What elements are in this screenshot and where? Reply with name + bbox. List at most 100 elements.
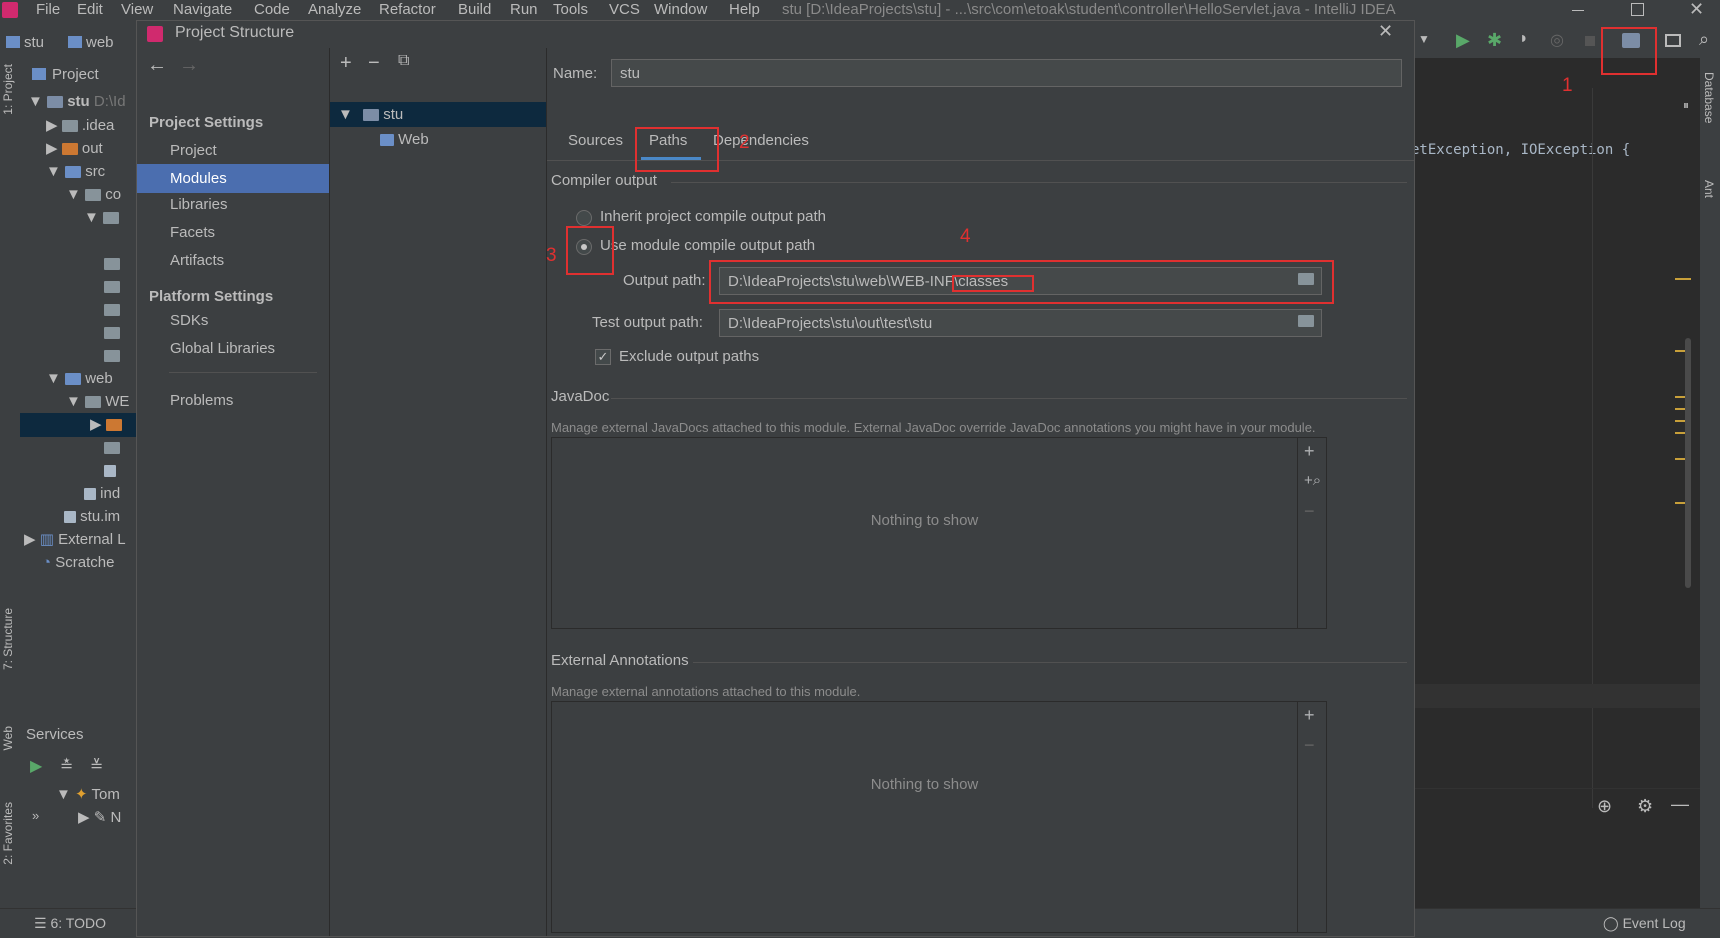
project-structure-dialog: Project Structure ✕ ← → Project Settings… [136, 20, 1415, 937]
pause-icon[interactable]: ⏸ [1683, 98, 1689, 113]
sidebar-item-sdks[interactable]: SDKs [137, 306, 329, 335]
menu-help[interactable]: Help [729, 1, 760, 18]
search-icon[interactable]: ⌕ [1699, 29, 1709, 50]
tree-row-idea[interactable]: ▶ .idea [46, 114, 114, 138]
target-icon[interactable]: ⊕ [1597, 796, 1612, 817]
web-tool-tab[interactable]: Web [1, 726, 15, 750]
sidebar-item-facets[interactable]: Facets [137, 218, 329, 247]
tab-sources[interactable]: Sources [568, 132, 623, 149]
tree-label: stu [67, 93, 90, 110]
services-run-icon[interactable]: ▶ [30, 756, 42, 776]
window-close-icon[interactable]: ✕ [1689, 0, 1704, 20]
tree-row-package[interactable] [104, 321, 120, 345]
run-icon[interactable]: ▶ [1456, 30, 1470, 51]
structure-tool-tab[interactable]: 7: Structure [1, 608, 15, 670]
menu-view[interactable]: View [121, 1, 153, 18]
tree-row-folder[interactable] [104, 436, 120, 460]
tree-row-file[interactable] [104, 459, 116, 483]
browse-folder-icon[interactable] [1298, 315, 1314, 327]
tree-row-package[interactable]: ▼ [84, 206, 120, 230]
breadcrumb-stu[interactable]: stu [6, 34, 44, 51]
tree-row-stu[interactable]: ▼ stu D:\Id [28, 90, 126, 114]
add-module-icon[interactable]: + [340, 52, 352, 75]
inherit-radio[interactable] [576, 210, 592, 226]
tree-row-out[interactable]: ▶ out [46, 137, 103, 161]
services-row-tomcat[interactable]: ▼ ✦ Tom [56, 783, 120, 807]
menu-code[interactable]: Code [254, 1, 290, 18]
tree-row-iml[interactable]: stu.im [64, 505, 120, 529]
inherit-radio-label: Inherit project compile output path [600, 208, 826, 225]
menu-tools[interactable]: Tools [553, 1, 588, 18]
source-folder-icon [65, 166, 82, 179]
services-row-deployment[interactable]: ▶ ✎ N [78, 806, 121, 830]
module-tree-row-stu[interactable]: ▼ stu [330, 102, 546, 127]
expand-all-icon[interactable]: ≛ [60, 756, 73, 776]
tree-label: web [85, 370, 113, 387]
javadoc-list[interactable]: Nothing to show [551, 437, 1298, 629]
tree-row-package[interactable] [104, 252, 120, 276]
test-output-path-field[interactable]: D:\IdeaProjects\stu\out\test\stu [719, 309, 1322, 337]
add-icon[interactable]: + [1304, 442, 1315, 460]
tree-row-web[interactable]: ▼ web [46, 367, 113, 391]
menu-vcs[interactable]: VCS [609, 1, 640, 18]
external-annotations-hint: Manage external annotations attached to … [551, 684, 861, 699]
sidebar-item-problems[interactable]: Problems [137, 386, 329, 415]
debug-icon[interactable]: ✱ [1487, 30, 1502, 51]
remove-module-icon[interactable]: − [368, 52, 380, 75]
ant-tool-tab[interactable]: Ant [1702, 180, 1716, 198]
menu-refactor[interactable]: Refactor [379, 1, 436, 18]
tree-row-selected[interactable]: ▶ [20, 413, 136, 437]
database-tool-tab[interactable]: Database [1702, 72, 1716, 123]
todo-tool-button[interactable]: ☰ 6: TODO [34, 915, 106, 932]
menu-analyze[interactable]: Analyze [308, 1, 361, 18]
copy-module-icon[interactable]: ⧉ [398, 52, 409, 70]
back-arrow-icon[interactable]: ← [147, 54, 167, 77]
tree-row-external-libraries[interactable]: ▶ ▥ External L [24, 528, 126, 552]
sidebar-item-project[interactable]: Project [137, 136, 329, 165]
menu-run[interactable]: Run [510, 1, 538, 18]
project-tool-tab[interactable]: 1: Project [1, 64, 15, 115]
settings-gear-icon[interactable]: ⚙ [1637, 796, 1653, 817]
tree-row-index[interactable]: ind [84, 482, 120, 506]
external-annotations-list[interactable]: Nothing to show [551, 701, 1298, 933]
tree-row-scratches[interactable]: ◔ Scratche [42, 551, 114, 575]
annotation-number-1: 1 [1562, 75, 1573, 96]
menu-window[interactable]: Window [654, 1, 707, 18]
tree-row-package[interactable] [104, 344, 120, 368]
minimize-icon[interactable] [1572, 10, 1584, 11]
editor-scrollbar[interactable] [1685, 338, 1691, 588]
sidebar-item-modules[interactable]: Modules [137, 164, 329, 193]
forward-arrow-icon: → [179, 54, 199, 76]
tree-row-package[interactable] [104, 298, 120, 322]
profiler-icon[interactable]: ◎ [1550, 30, 1564, 50]
tree-row-webinf[interactable]: ▼ WE [66, 390, 129, 414]
add-url-icon[interactable]: +⌕ [1304, 472, 1321, 490]
menu-build[interactable]: Build [458, 1, 491, 18]
sidebar-item-artifacts[interactable]: Artifacts [137, 246, 329, 275]
sdk-icon[interactable] [1665, 34, 1681, 47]
coverage-icon[interactable]: ◗ [1519, 30, 1529, 48]
collapse-all-icon[interactable]: ≚ [90, 756, 103, 776]
more-icon[interactable]: » [32, 808, 39, 823]
name-field[interactable]: stu [611, 59, 1402, 87]
module-tree-row-web[interactable]: Web [380, 127, 429, 152]
tab-dependencies[interactable]: Dependencies [713, 132, 809, 149]
menu-file[interactable]: File [36, 1, 60, 18]
menu-edit[interactable]: Edit [77, 1, 103, 18]
sidebar-item-global-libraries[interactable]: Global Libraries [137, 334, 329, 363]
exclude-output-checkbox[interactable]: ✓ [595, 349, 611, 365]
tree-row-package[interactable] [104, 275, 120, 299]
add-icon[interactable]: + [1304, 706, 1315, 724]
hide-panel-icon[interactable]: — [1671, 794, 1689, 815]
maximize-icon[interactable] [1631, 3, 1644, 16]
event-log-button[interactable]: ◯ Event Log [1603, 915, 1686, 932]
menu-navigate[interactable]: Navigate [173, 1, 232, 18]
favorites-tool-tab[interactable]: 2: Favorites [1, 802, 15, 865]
sidebar-item-libraries[interactable]: Libraries [137, 190, 329, 219]
tree-row-src[interactable]: ▼ src [46, 160, 105, 184]
breadcrumb-web[interactable]: web [68, 34, 114, 51]
run-config-dropdown-icon[interactable]: ▼ [1418, 32, 1430, 46]
dialog-close-icon[interactable]: ✕ [1378, 21, 1393, 42]
package-icon [104, 350, 120, 363]
tree-row-com[interactable]: ▼ co [66, 183, 121, 207]
